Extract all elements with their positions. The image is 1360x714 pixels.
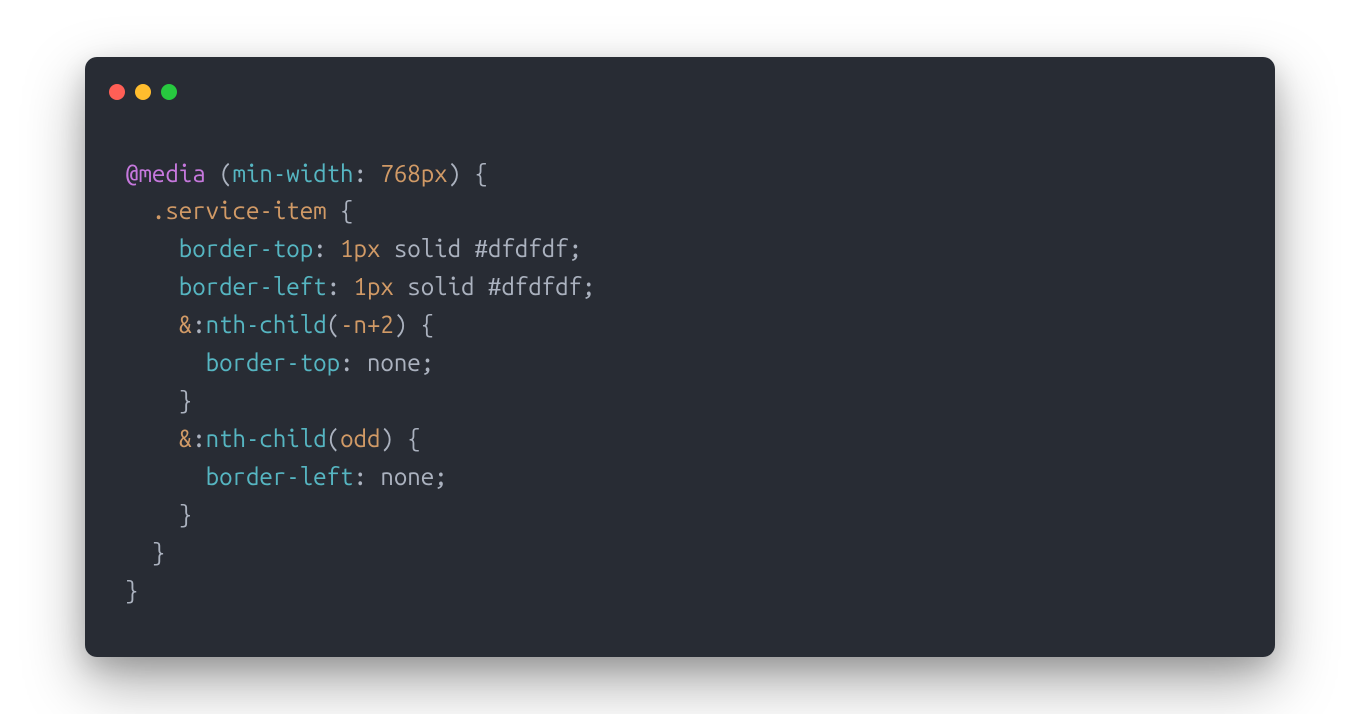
brace-token: { <box>327 197 354 224</box>
value-token: none <box>367 349 421 376</box>
semicolon-token: ; <box>421 349 434 376</box>
code-line: border-top: 1px solid #dfdfdf; <box>125 235 582 262</box>
property-token: border-left <box>179 273 327 300</box>
code-line: @media (min-width: 768px) { <box>125 160 488 187</box>
indent-token <box>125 349 206 376</box>
value-token: solid #dfdfdf <box>394 273 582 300</box>
code-line: border-top: none; <box>125 349 434 376</box>
close-icon[interactable] <box>109 84 125 100</box>
value-token: none <box>380 463 434 490</box>
punctuation-token: ) <box>448 160 461 187</box>
number-token: 1px <box>340 235 380 262</box>
colon-token: : <box>192 425 205 452</box>
code-line: } <box>125 501 192 528</box>
pseudo-class-token: nth-child <box>206 311 327 338</box>
indent-token <box>125 539 152 566</box>
code-line: border-left: 1px solid #dfdfdf; <box>125 273 595 300</box>
number-token: 1px <box>354 273 394 300</box>
brace-token: } <box>152 539 165 566</box>
window-titlebar <box>85 57 1275 107</box>
code-window: @media (min-width: 768px) { .service-ite… <box>85 57 1275 658</box>
brace-token: { <box>461 160 488 187</box>
number-token: 768px <box>380 160 447 187</box>
property-token: border-left <box>206 463 354 490</box>
punctuation-token: ( <box>327 311 340 338</box>
code-line: } <box>125 387 192 414</box>
argument-token: -n+2 <box>340 311 394 338</box>
punctuation-token: ( <box>206 160 233 187</box>
space-token <box>340 273 353 300</box>
space-token <box>367 160 380 187</box>
space-token <box>354 349 367 376</box>
punctuation-token: ) <box>394 311 407 338</box>
brace-token: { <box>407 311 434 338</box>
colon-token: : <box>354 160 367 187</box>
argument-token: odd <box>340 425 380 452</box>
code-line: border-left: none; <box>125 463 448 490</box>
minimize-icon[interactable] <box>135 84 151 100</box>
pseudo-class-token: nth-child <box>206 425 327 452</box>
indent-token <box>125 197 152 224</box>
indent-token <box>125 387 179 414</box>
brace-token: } <box>125 577 138 604</box>
value-token: solid #dfdfdf <box>380 235 568 262</box>
colon-token: : <box>192 311 205 338</box>
code-line: } <box>125 577 138 604</box>
brace-token: } <box>179 387 192 414</box>
ampersand-token: & <box>179 311 192 338</box>
code-line: &:nth-child(odd) { <box>125 425 421 452</box>
property-token: border-top <box>206 349 340 376</box>
ampersand-token: & <box>179 425 192 452</box>
semicolon-token: ; <box>434 463 447 490</box>
space-token <box>367 463 380 490</box>
indent-token <box>125 501 179 528</box>
code-line: .service-item { <box>125 197 354 224</box>
space-token <box>327 235 340 262</box>
indent-token <box>125 273 179 300</box>
at-rule-token: @media <box>125 160 206 187</box>
colon-token: : <box>353 463 366 490</box>
indent-token <box>125 311 179 338</box>
semicolon-token: ; <box>569 235 582 262</box>
code-block: @media (min-width: 768px) { .service-ite… <box>85 107 1275 630</box>
code-line: &:nth-child(-n+2) { <box>125 311 434 338</box>
colon-token: : <box>340 349 353 376</box>
punctuation-token: ) <box>380 425 393 452</box>
property-token: min-width <box>233 160 354 187</box>
indent-token <box>125 463 206 490</box>
selector-token: .service-item <box>152 197 327 224</box>
code-line: } <box>125 539 165 566</box>
indent-token <box>125 235 179 262</box>
colon-token: : <box>327 273 340 300</box>
colon-token: : <box>313 235 326 262</box>
maximize-icon[interactable] <box>161 84 177 100</box>
semicolon-token: ; <box>582 273 595 300</box>
brace-token: } <box>179 501 192 528</box>
punctuation-token: ( <box>327 425 340 452</box>
brace-token: { <box>394 425 421 452</box>
indent-token <box>125 425 179 452</box>
property-token: border-top <box>179 235 313 262</box>
